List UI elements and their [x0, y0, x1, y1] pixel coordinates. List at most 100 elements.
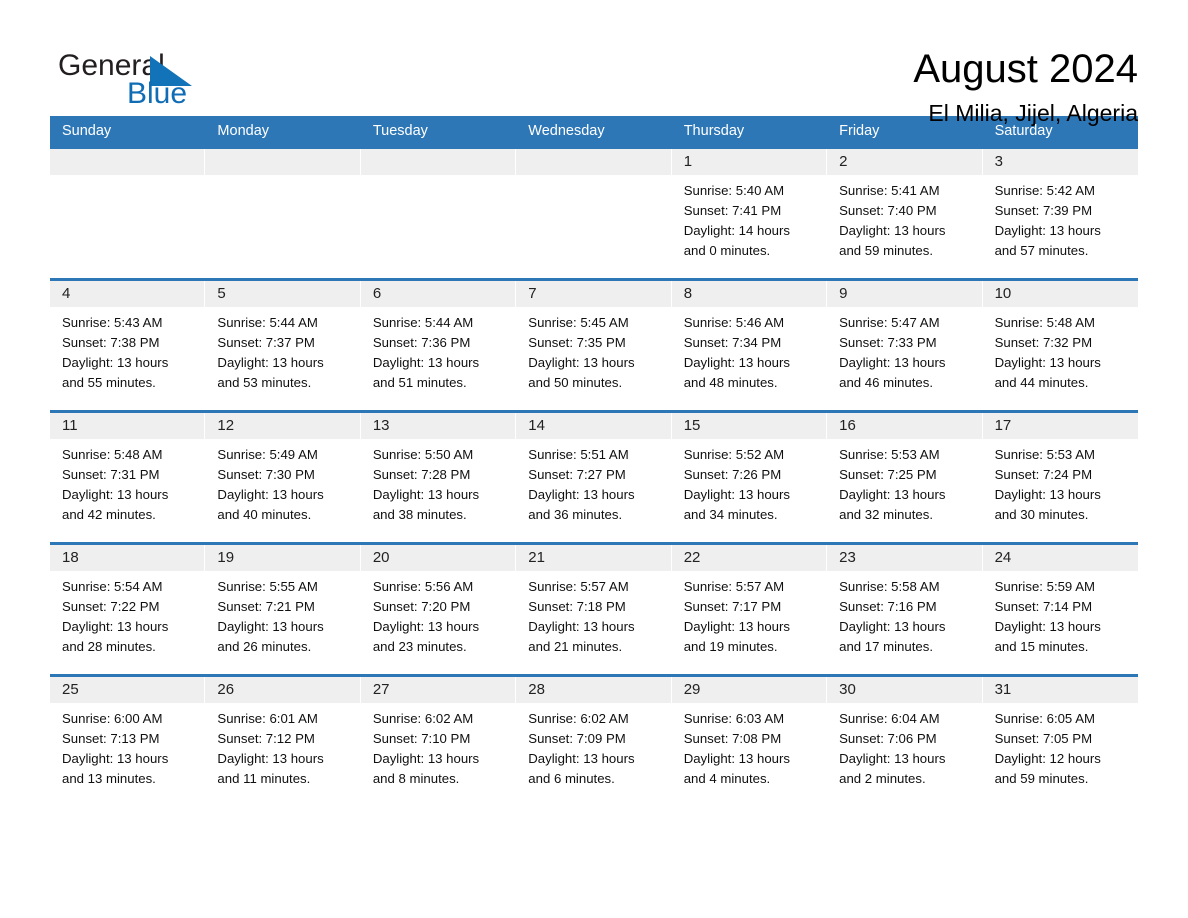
day-number-band: 2	[827, 149, 982, 175]
calendar-day-cell[interactable]: 8 Sunrise: 5:46 AM Sunset: 7:34 PM Daylight…	[671, 281, 828, 410]
calendar-day-cell[interactable]: 18 Sunrise: 5:54 AM Sunset: 7:22 PM Dayligh…	[50, 545, 206, 674]
day-info: Sunrise: 5:42 AM Sunset: 7:39 PM Daylight:…	[983, 175, 1138, 261]
day-number: 31	[994, 681, 1012, 698]
calendar-day-cell[interactable]: 9 Sunrise: 5:47 AM Sunset: 7:33 PM Daylight…	[827, 281, 983, 410]
day-info: Sunrise: 5:50 AM Sunset: 7:28 PM Daylight:…	[361, 439, 515, 525]
day-number-band: 19	[205, 545, 360, 571]
weekday-header-tuesday: Tuesday	[372, 123, 428, 139]
calendar-day-cell[interactable]: 7 Sunrise: 5:45 AM Sunset: 7:35 PM Daylight…	[516, 281, 672, 410]
day-info: Sunrise: 5:41 AM Sunset: 7:40 PM Daylight:…	[827, 175, 981, 261]
day-info: Sunrise: 5:57 AM Sunset: 7:18 PM Daylight:…	[516, 571, 670, 657]
day-number: 10	[994, 285, 1012, 302]
daylight-text-line1: Daylight: 13 hours	[994, 619, 1101, 634]
calendar-day-cell[interactable]: 2 Sunrise: 5:41 AM Sunset: 7:40 PM Daylight…	[827, 149, 983, 278]
day-info: Sunrise: 5:56 AM Sunset: 7:20 PM Daylight:…	[361, 571, 515, 657]
daylight-text-line2: and 8 minutes.	[372, 771, 460, 786]
day-number: 12	[217, 417, 235, 434]
sunset-text: Sunset: 7:26 PM	[683, 467, 782, 482]
day-number-band: 24	[982, 545, 1138, 571]
daylight-text-line2: and 59 minutes.	[994, 771, 1089, 786]
sunrise-text: Sunrise: 5:50 AM	[372, 447, 474, 462]
daylight-text-line2: and 30 minutes.	[994, 507, 1089, 522]
daylight-text-line2: and 11 minutes.	[217, 771, 311, 786]
sunset-text: Sunset: 7:37 PM	[217, 335, 315, 350]
day-number: 15	[683, 417, 701, 434]
sunset-text: Sunset: 7:28 PM	[372, 467, 471, 482]
sunset-text: Sunset: 7:38 PM	[62, 335, 160, 350]
calendar-day-cell[interactable]: 17 Sunrise: 5:53 AM Sunset: 7:24 PM Dayligh…	[982, 413, 1138, 542]
calendar-day-cell[interactable]: 13 Sunrise: 5:50 AM Sunset: 7:28 PM Dayligh…	[360, 413, 517, 542]
weekday-header-monday: Monday	[217, 123, 270, 139]
sunset-text: Sunset: 7:18 PM	[528, 599, 626, 614]
day-number: 20	[372, 549, 390, 566]
calendar-day-cell[interactable]: 5 Sunrise: 5:44 AM Sunset: 7:37 PM Daylight…	[205, 281, 361, 410]
calendar-week-row: 4 Sunrise: 5:43 AM Sunset: 7:38 PM Daylight…	[50, 278, 1138, 410]
calendar-day-cell[interactable]: 11 Sunrise: 5:48 AM Sunset: 7:31 PM Dayligh…	[50, 413, 206, 542]
calendar-day-cell[interactable]: 23 Sunrise: 5:58 AM Sunset: 7:16 PM Dayligh…	[827, 545, 983, 674]
sunset-text: Sunset: 7:40 PM	[839, 203, 937, 218]
day-number: 13	[372, 417, 390, 434]
sunset-text: Sunset: 7:36 PM	[372, 335, 471, 350]
calendar-day-cell[interactable]: 6 Sunrise: 5:44 AM Sunset: 7:36 PM Daylight…	[360, 281, 517, 410]
sunset-text: Sunset: 7:08 PM	[683, 731, 782, 746]
sunset-text: Sunset: 7:31 PM	[62, 467, 160, 482]
calendar-day-cell[interactable]: 19 Sunrise: 5:55 AM Sunset: 7:21 PM Dayligh…	[205, 545, 361, 674]
calendar-day-cell[interactable]: 14 Sunrise: 5:51 AM Sunset: 7:27 PM Dayligh…	[516, 413, 672, 542]
day-number-band: 3	[982, 149, 1138, 175]
sunset-text: Sunset: 7:41 PM	[683, 203, 782, 218]
day-number: 22	[683, 549, 701, 566]
calendar-day-cell[interactable]: 24 Sunrise: 5:59 AM Sunset: 7:14 PM Dayligh…	[982, 545, 1138, 674]
daylight-text-line1: Daylight: 12 hours	[994, 751, 1101, 766]
day-number-band: 10	[982, 281, 1138, 307]
calendar-day-cell[interactable]: 1 Sunrise: 5:40 AM Sunset: 7:41 PM Daylight…	[671, 149, 828, 278]
sunset-text: Sunset: 7:21 PM	[217, 599, 315, 614]
sunset-text: Sunset: 7:12 PM	[217, 731, 315, 746]
daylight-text-line2: and 38 minutes.	[372, 507, 467, 522]
calendar-day-cell[interactable]: 31 Sunrise: 6:05 AM Sunset: 7:05 PM Dayligh…	[982, 677, 1138, 806]
sunset-text: Sunset: 7:17 PM	[683, 599, 782, 614]
daylight-text-line1: Daylight: 13 hours	[839, 619, 946, 634]
calendar-day-cell[interactable]: 30 Sunrise: 6:04 AM Sunset: 7:06 PM Dayligh…	[827, 677, 983, 806]
calendar-grid: Sunday Monday Tuesday Wednesday Thursday…	[50, 116, 1138, 806]
calendar-day-cell[interactable]: 26 Sunrise: 6:01 AM Sunset: 7:12 PM Dayligh…	[205, 677, 361, 806]
daylight-text-line2: and 15 minutes.	[994, 639, 1089, 654]
weekday-header-friday: Friday	[839, 123, 880, 139]
daylight-text-line2: and 19 minutes.	[683, 639, 778, 654]
sunrise-text: Sunrise: 6:02 AM	[372, 711, 474, 726]
sunrise-text: Sunrise: 5:56 AM	[372, 579, 474, 594]
day-number-band: 7	[516, 281, 671, 307]
calendar-day-cell[interactable]: 29 Sunrise: 6:03 AM Sunset: 7:08 PM Dayligh…	[671, 677, 828, 806]
day-number: 2	[839, 153, 848, 170]
calendar-day-cell[interactable]: 3 Sunrise: 5:42 AM Sunset: 7:39 PM Daylight…	[982, 149, 1138, 278]
sunset-text: Sunset: 7:24 PM	[994, 467, 1093, 482]
sunrise-text: Sunrise: 5:49 AM	[217, 447, 318, 462]
calendar-day-cell[interactable]: 12 Sunrise: 5:49 AM Sunset: 7:30 PM Dayligh…	[205, 413, 361, 542]
calendar-day-cell[interactable]: 21 Sunrise: 5:57 AM Sunset: 7:18 PM Dayligh…	[516, 545, 672, 674]
general-blue-logo: General Blue	[50, 46, 200, 116]
day-number-band: 14	[516, 413, 671, 439]
calendar-day-cell[interactable]: 28 Sunrise: 6:02 AM Sunset: 7:09 PM Dayligh…	[516, 677, 672, 806]
calendar-day-cell[interactable]: 15 Sunrise: 5:52 AM Sunset: 7:26 PM Dayligh…	[671, 413, 828, 542]
daylight-text-line1: Daylight: 13 hours	[217, 619, 324, 634]
day-number: 27	[372, 681, 390, 698]
daylight-text-line2: and 32 minutes.	[839, 507, 933, 522]
daylight-text-line1: Daylight: 13 hours	[372, 751, 480, 766]
daylight-text-line1: Daylight: 13 hours	[372, 487, 480, 502]
calendar-day-cell[interactable]: 20 Sunrise: 5:56 AM Sunset: 7:20 PM Dayligh…	[360, 545, 517, 674]
sunrise-text: Sunrise: 5:53 AM	[839, 447, 940, 462]
calendar-day-cell[interactable]: 27 Sunrise: 6:02 AM Sunset: 7:10 PM Dayligh…	[360, 677, 517, 806]
daylight-text-line1: Daylight: 13 hours	[528, 751, 635, 766]
day-number: 7	[528, 285, 537, 302]
calendar-day-cell[interactable]: 25 Sunrise: 6:00 AM Sunset: 7:13 PM Dayligh…	[50, 677, 206, 806]
calendar-day-cell[interactable]: 22 Sunrise: 5:57 AM Sunset: 7:17 PM Dayligh…	[671, 545, 828, 674]
day-number: 8	[683, 285, 693, 302]
day-info: Sunrise: 5:48 AM Sunset: 7:31 PM Daylight:…	[50, 439, 204, 525]
calendar-day-cell[interactable]: 10 Sunrise: 5:48 AM Sunset: 7:32 PM Dayligh…	[982, 281, 1138, 410]
daylight-text-line1: Daylight: 14 hours	[683, 223, 790, 238]
sunset-text: Sunset: 7:22 PM	[62, 599, 160, 614]
daylight-text-line2: and 23 minutes.	[372, 639, 467, 654]
sunrise-text: Sunrise: 6:05 AM	[994, 711, 1095, 726]
calendar-weeks: 1 Sunrise: 5:40 AM Sunset: 7:41 PM Daylight…	[50, 146, 1138, 806]
calendar-day-cell[interactable]: 16 Sunrise: 5:53 AM Sunset: 7:25 PM Dayligh…	[827, 413, 983, 542]
calendar-day-cell[interactable]: 4 Sunrise: 5:43 AM Sunset: 7:38 PM Daylight…	[50, 281, 206, 410]
